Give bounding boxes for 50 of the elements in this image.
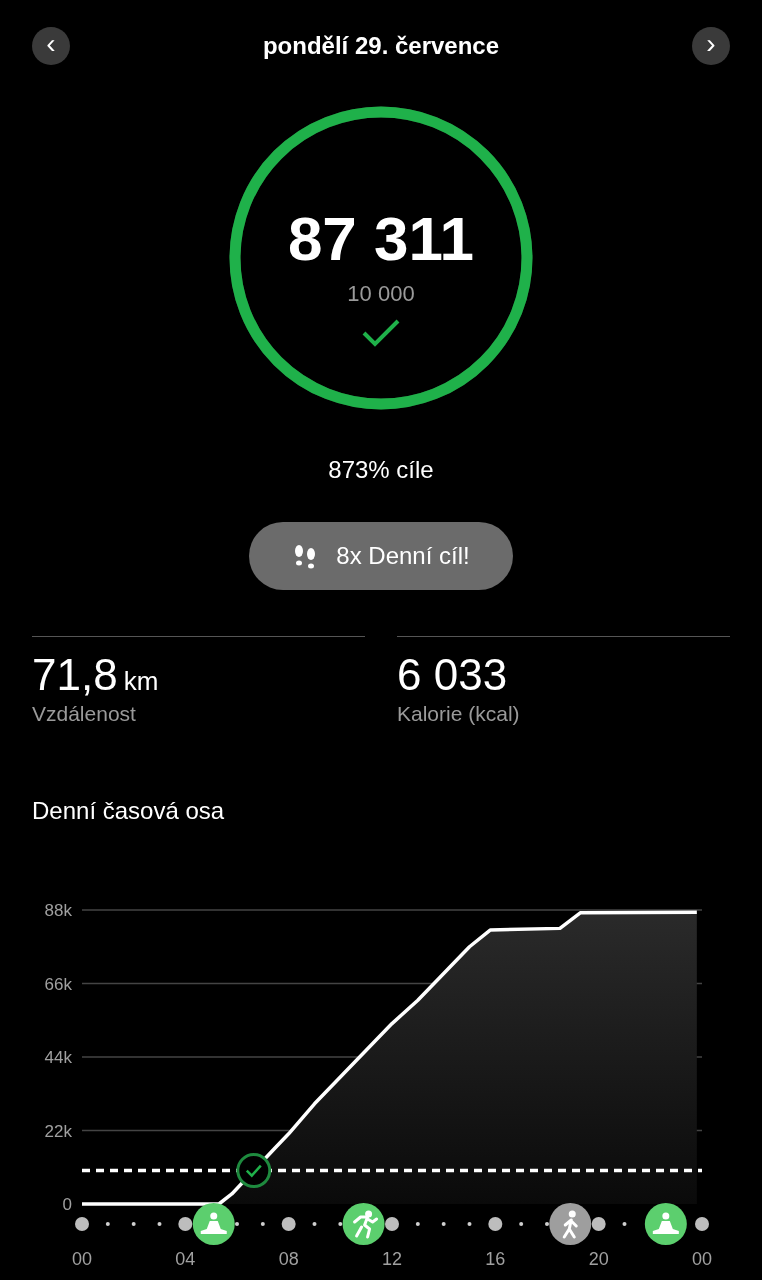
timeline-dot bbox=[75, 1217, 89, 1231]
x-axis-label: 00 bbox=[72, 1249, 92, 1269]
previous-day-button[interactable]: ‹ bbox=[32, 27, 70, 65]
timeline-dot bbox=[281, 1217, 296, 1231]
timeline-dot bbox=[260, 1222, 265, 1226]
meditation-icon[interactable] bbox=[644, 1203, 687, 1245]
x-axis-label: 08 bbox=[278, 1249, 299, 1269]
section-title: Denní časová osa bbox=[31, 796, 226, 826]
timeline-dot bbox=[385, 1217, 399, 1231]
goal-reached-marker bbox=[236, 1153, 272, 1189]
timeline-dot bbox=[591, 1217, 606, 1231]
y-axis-label: 66k bbox=[44, 974, 72, 994]
stat-value: 71,8 bbox=[32, 649, 118, 701]
step-count: 87 311 bbox=[287, 205, 475, 273]
y-axis-label: 22k bbox=[44, 1121, 72, 1141]
y-axis-label: 44k bbox=[44, 1048, 72, 1067]
timeline-dot bbox=[178, 1217, 193, 1231]
timeline-dot bbox=[157, 1222, 162, 1226]
timeline-dot bbox=[467, 1222, 472, 1226]
timeline-dot bbox=[488, 1217, 503, 1231]
goal-percentage: 873% cíle bbox=[327, 455, 435, 485]
timeline-dot bbox=[519, 1222, 524, 1226]
y-axis-label: 0 bbox=[62, 1195, 72, 1214]
step-goal: 10 000 bbox=[347, 280, 415, 308]
timeline-dot bbox=[131, 1222, 136, 1226]
x-axis-label: 12 bbox=[382, 1249, 402, 1269]
timeline-dot bbox=[338, 1222, 343, 1226]
daily-goal-badge[interactable]: 8x Denní cíl! bbox=[249, 522, 513, 590]
walking-icon[interactable] bbox=[549, 1203, 592, 1245]
x-axis-label: 20 bbox=[588, 1249, 609, 1269]
x-axis-label: 16 bbox=[485, 1249, 506, 1269]
timeline-dot bbox=[312, 1222, 317, 1226]
stat-value: 6 033 bbox=[397, 649, 508, 701]
y-axis-label: 88k bbox=[44, 901, 72, 920]
next-day-button[interactable]: › bbox=[692, 27, 730, 65]
timeline-dot bbox=[235, 1222, 239, 1226]
timeline-dot bbox=[415, 1222, 420, 1226]
timeline-dot bbox=[105, 1222, 110, 1226]
timeline-dot bbox=[441, 1222, 446, 1226]
x-axis-label: 04 bbox=[175, 1249, 196, 1269]
x-axis-label: 00 bbox=[692, 1249, 712, 1269]
meditation-icon[interactable] bbox=[192, 1203, 235, 1245]
timeline-dot bbox=[545, 1222, 549, 1226]
timeline-dot bbox=[622, 1222, 627, 1226]
stat-label: Kalorie (kcal) bbox=[397, 701, 521, 727]
stat-unit: km bbox=[123, 665, 159, 698]
timeline-dot bbox=[695, 1217, 709, 1231]
date-title: pondělí 29. července bbox=[262, 31, 500, 61]
stat-label: Vzdálenost bbox=[32, 701, 137, 727]
running-icon[interactable] bbox=[342, 1203, 385, 1245]
